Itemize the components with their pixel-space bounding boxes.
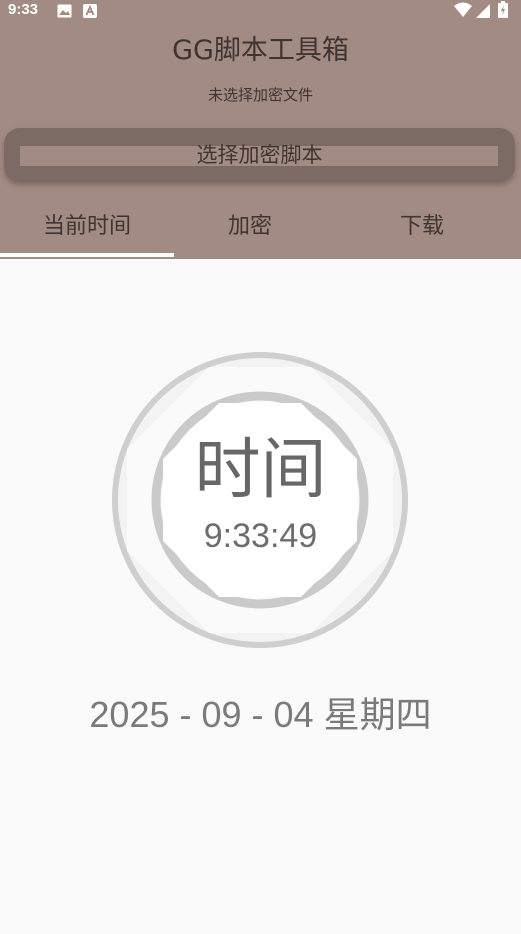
status-bar: 9:33 (0, 0, 521, 22)
tab-current-time[interactable]: 当前时间 (0, 200, 174, 259)
a-icon (83, 3, 97, 22)
image-icon (57, 3, 72, 22)
clock-time: 9:33:49 (203, 517, 318, 555)
date-text: 2025 - 09 - 04 星期四 (89, 694, 432, 735)
status-time: 9:33 (8, 1, 39, 18)
tab-download[interactable]: 下载 (335, 200, 509, 259)
select-button-label: 选择加密脚本 (196, 143, 323, 167)
wifi-icon (454, 2, 472, 21)
tab-encrypt[interactable]: 加密 (163, 200, 337, 259)
clock-label: 时间 (194, 431, 327, 508)
battery-icon (498, 1, 508, 22)
app-title: GG脚本工具箱 (172, 35, 349, 66)
tab-indicator (0, 253, 174, 257)
signal-icon (476, 3, 490, 22)
select-encrypted-script-button[interactable]: 选择加密脚本 (4, 128, 515, 182)
app-header: 9:33 GG脚本工具箱 未选择加密文件 选择加密脚本 当前时间 加密 下载 (0, 0, 521, 259)
file-status-text: 未选择加密文件 (207, 86, 313, 104)
tab-bar: 当前时间 加密 下载 (0, 200, 521, 259)
